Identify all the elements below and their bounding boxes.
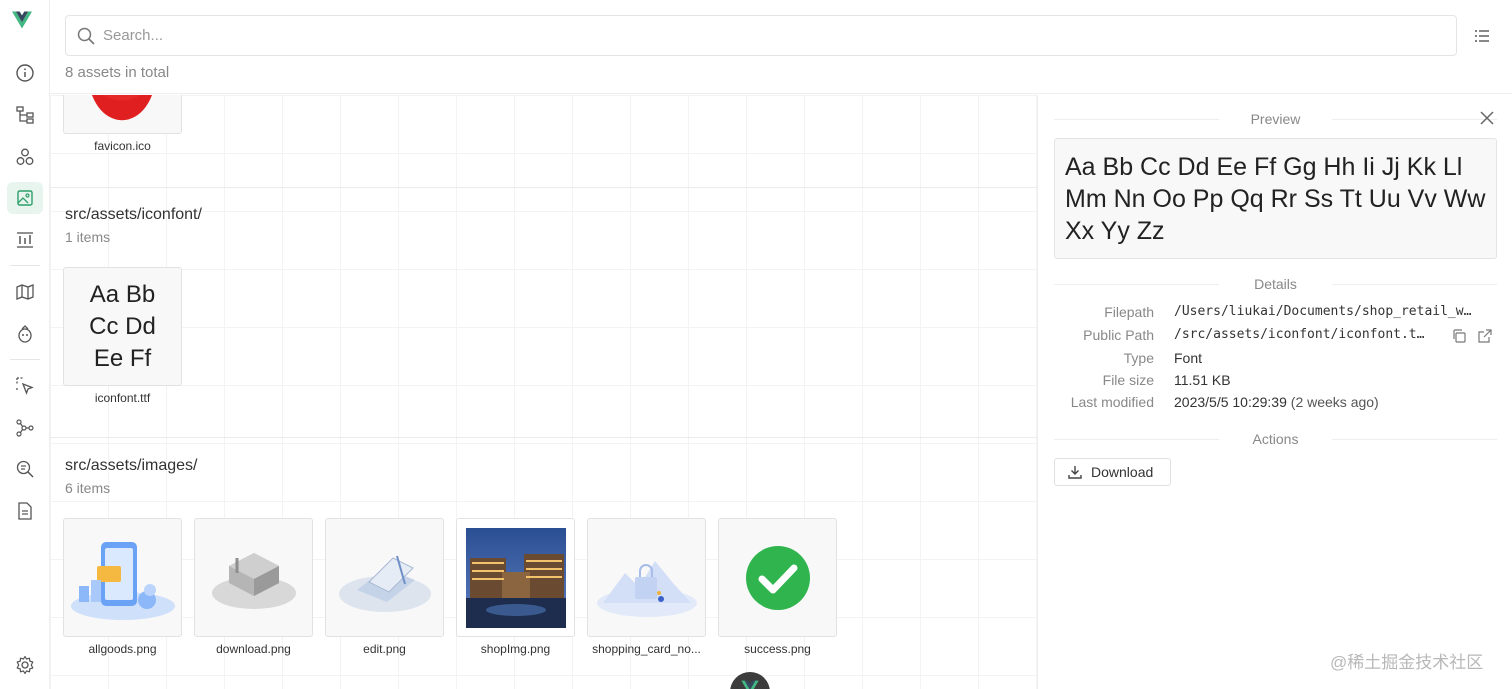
asset-name: download.png — [216, 642, 291, 656]
asset-name: iconfont.ttf — [94, 391, 151, 405]
folder-path: src/assets/images/ — [65, 457, 198, 474]
detail-filepath: Filepath /Users/liukai/Documents/shop_re… — [1038, 304, 1512, 324]
copy-icon[interactable] — [1451, 328, 1467, 344]
shopping-card-image — [596, 560, 697, 617]
detail-label: Last modified — [1070, 394, 1154, 410]
download-button[interactable]: Download — [1054, 458, 1171, 486]
download-icon — [1068, 466, 1082, 479]
asset-thumbnail — [325, 518, 444, 637]
devtools-app: 8 assets in total favicon.ico src/assets… — [0, 0, 1512, 689]
size-value: 11.51 KB — [1174, 372, 1231, 388]
asset-item[interactable]: success.png — [718, 518, 838, 656]
pinia-icon[interactable] — [7, 318, 43, 350]
asset-item[interactable]: edit.png — [325, 518, 445, 656]
modified-value: 2023/5/5 10:29:39 (2 weeks ago) — [1174, 394, 1379, 410]
cursor-icon[interactable] — [7, 370, 43, 402]
allgoods-image — [70, 541, 175, 620]
components-icon[interactable] — [7, 141, 43, 173]
vue-logo — [741, 680, 759, 689]
success-check-icon — [745, 545, 810, 610]
doc-icon[interactable] — [7, 495, 43, 527]
asset-thumbnail — [63, 518, 182, 637]
favicon-image — [92, 95, 152, 121]
detail-type: Type Font — [1038, 350, 1512, 370]
folder-count: 6 items — [65, 480, 111, 496]
vue-logo[interactable] — [12, 10, 38, 34]
folder-divider — [50, 187, 1037, 188]
sidebar-divider — [10, 359, 40, 360]
details-title: Details — [1038, 276, 1512, 292]
asset-thumbnail — [456, 518, 575, 637]
detail-size: File size 11.51 KB — [1038, 372, 1512, 392]
close-icon[interactable] — [1479, 110, 1495, 126]
asset-name: shopImg.png — [480, 642, 551, 656]
asset-thumbnail — [718, 518, 837, 637]
shop-photo — [465, 527, 566, 628]
info-icon[interactable] — [7, 57, 43, 89]
asset-item[interactable]: shopping_card_no... — [587, 518, 707, 656]
asset-name: shopping_card_no... — [592, 642, 701, 656]
sidebar-divider — [10, 265, 40, 266]
top-bar: 8 assets in total — [50, 0, 1512, 94]
asset-thumbnail — [63, 95, 182, 134]
asset-name: success.png — [744, 642, 811, 656]
assets-grid: favicon.ico src/assets/iconfont/ 1 items… — [50, 95, 1037, 689]
graph-icon[interactable] — [7, 412, 43, 444]
asset-thumbnail: Aa Bb Cc Dd Ee Ff — [63, 267, 182, 386]
search-icon — [77, 27, 95, 45]
detail-label: Type — [1123, 350, 1154, 366]
detail-modified: Last modified 2023/5/5 10:29:39 (2 weeks… — [1038, 394, 1512, 414]
search-input[interactable] — [103, 27, 1403, 44]
edit-image — [338, 555, 431, 612]
font-preview-box: Aa Bb Cc Dd Ee Ff Gg Hh Ii Jj Kk Ll Mm N… — [1054, 138, 1497, 259]
download-image — [211, 552, 296, 609]
asset-item[interactable]: favicon.ico — [63, 95, 183, 153]
watermark: @稀土掘金技术社区 — [1330, 653, 1484, 672]
filepath-value: /Users/liukai/Documents/shop_retail_w… — [1174, 304, 1472, 319]
asset-item[interactable]: download.png — [194, 518, 314, 656]
detail-label: Filepath — [1104, 304, 1154, 320]
sidebar — [0, 0, 50, 689]
asset-item[interactable]: Aa Bb Cc Dd Ee Ff iconfont.ttf — [63, 267, 183, 405]
detail-label: Public Path — [1083, 327, 1154, 343]
actions-title: Actions — [1038, 431, 1512, 447]
asset-name: allgoods.png — [88, 642, 157, 656]
download-label: Download — [1091, 464, 1154, 480]
external-link-icon[interactable] — [1477, 328, 1493, 344]
map-icon[interactable] — [7, 276, 43, 308]
asset-item[interactable]: shopImg.png — [456, 518, 576, 656]
font-preview: Aa Bb Cc Dd Ee Ff — [89, 280, 156, 372]
timeline-icon[interactable] — [7, 224, 43, 256]
detail-public-path: Public Path /src/assets/iconfont/iconfon… — [1038, 327, 1512, 347]
asset-thumbnail — [587, 518, 706, 637]
list-view-icon[interactable] — [1473, 27, 1491, 45]
asset-item[interactable]: allgoods.png — [63, 518, 183, 656]
search-box[interactable] — [65, 15, 1457, 56]
detail-label: File size — [1102, 372, 1154, 388]
assets-icon[interactable] — [7, 182, 43, 214]
gear-icon[interactable] — [7, 649, 43, 681]
folder-divider — [50, 437, 1037, 438]
inspect-icon[interactable] — [7, 453, 43, 485]
tree-icon[interactable] — [7, 99, 43, 131]
asset-detail-panel: Preview Aa Bb Cc Dd Ee Ff Gg Hh Ii Jj Kk… — [1037, 95, 1512, 689]
type-value: Font — [1174, 350, 1203, 366]
asset-name: favicon.ico — [94, 139, 151, 153]
folder-path: src/assets/iconfont/ — [65, 206, 202, 223]
assets-total: 8 assets in total — [65, 64, 170, 81]
preview-title: Preview — [1038, 111, 1512, 127]
public-path-value: /src/assets/iconfont/iconfont.t… — [1174, 327, 1425, 342]
asset-thumbnail — [194, 518, 313, 637]
asset-name: edit.png — [363, 642, 406, 656]
folder-count: 1 items — [65, 229, 111, 245]
